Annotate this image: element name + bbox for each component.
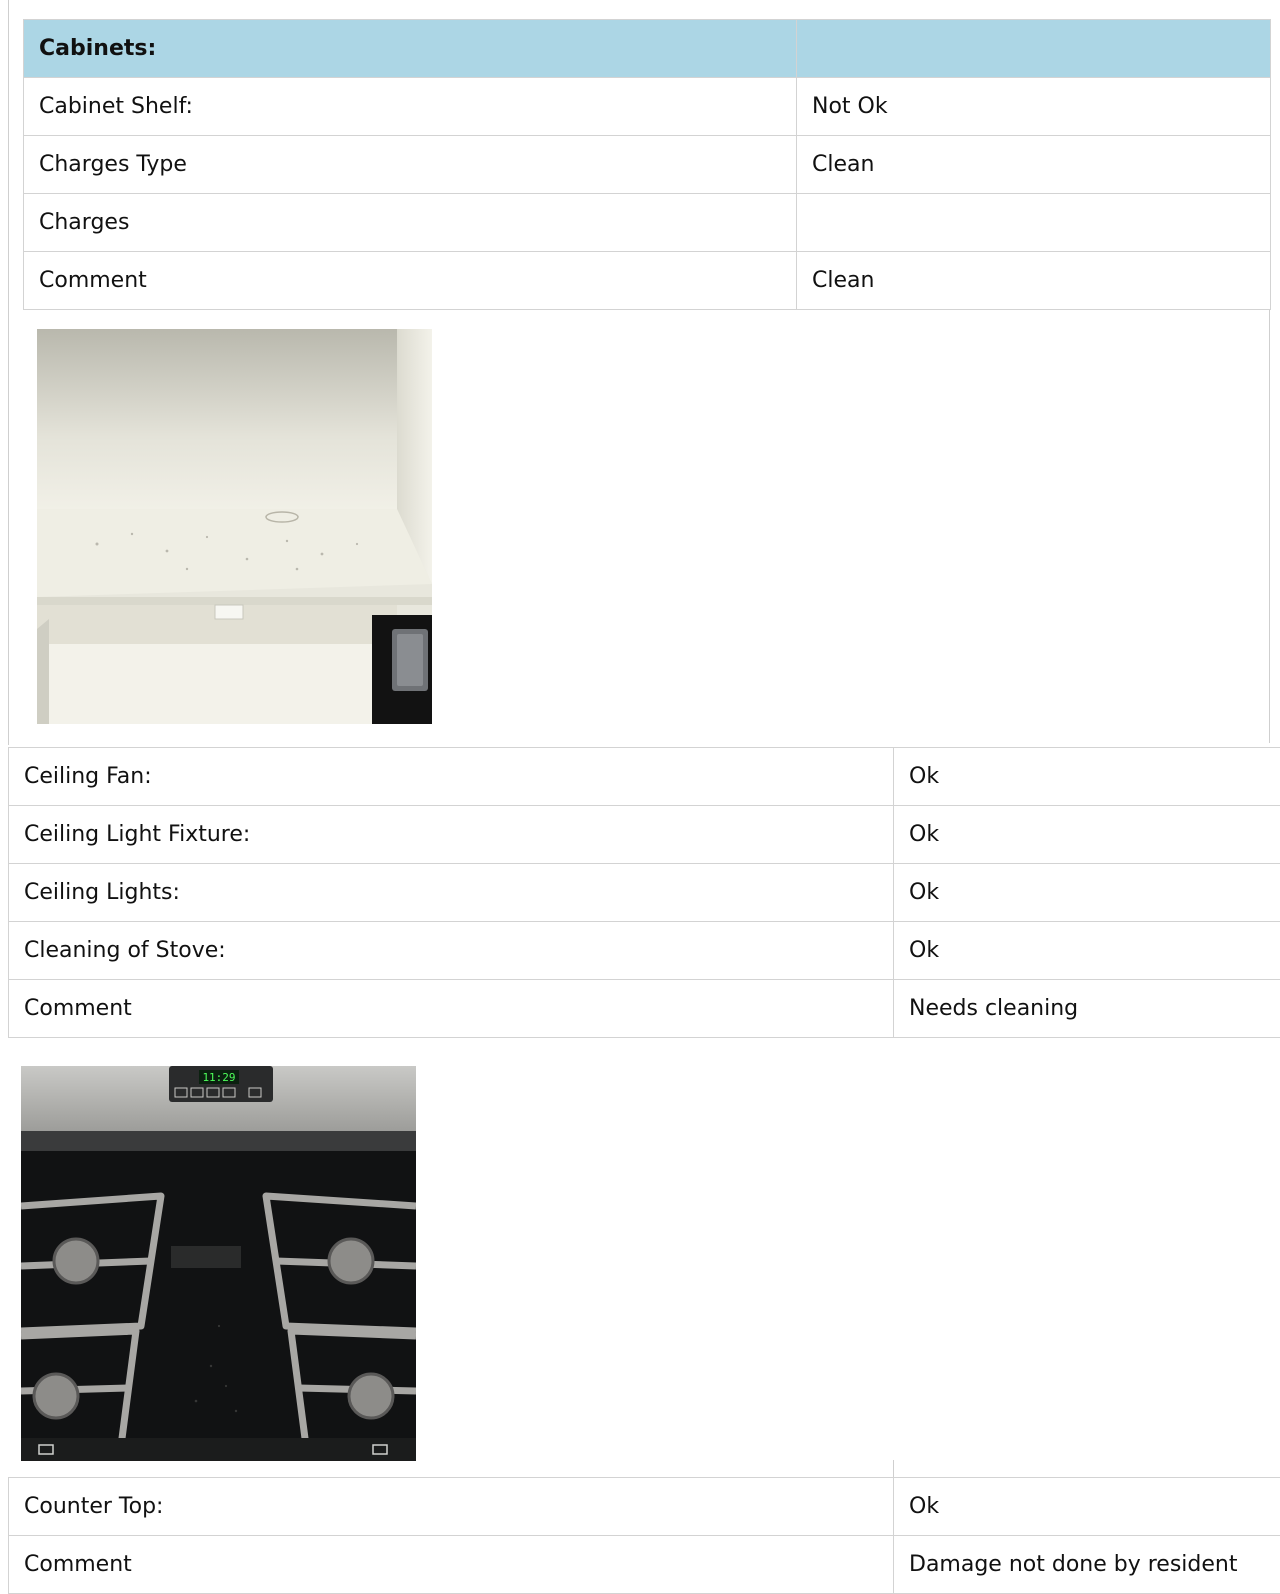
row-value: Not Ok [797, 78, 1271, 136]
table-row: Comment Needs cleaning [9, 980, 1280, 1038]
row-value: Needs cleaning [894, 980, 1280, 1038]
table-row: Cleaning of Stove: Ok [9, 922, 1280, 980]
row-value: Ok [894, 864, 1280, 922]
row-label: Comment [24, 252, 797, 310]
counter-top-divider [893, 1460, 894, 1477]
stove-timer-display: 11:29 [202, 1071, 235, 1084]
row-label: Cleaning of Stove: [9, 922, 894, 980]
table-row: Comment Clean [24, 252, 1271, 310]
row-label: Ceiling Lights: [9, 864, 894, 922]
row-label: Ceiling Fan: [9, 748, 894, 806]
inner-right-border [1269, 310, 1270, 743]
row-label: Charges Type [24, 136, 797, 194]
counter-table: Counter Top: Ok Comment Damage not done … [8, 1477, 1280, 1594]
table-row: Ceiling Lights: Ok [9, 864, 1280, 922]
row-label: Ceiling Light Fixture: [9, 806, 894, 864]
row-value: Clean [797, 136, 1271, 194]
row-value [797, 194, 1271, 252]
ceiling-table: Ceiling Fan: Ok Ceiling Light Fixture: O… [8, 747, 1280, 1038]
section-title: Cabinets: [24, 20, 797, 78]
row-label: Counter Top: [9, 1478, 894, 1536]
row-value: Ok [894, 806, 1280, 864]
row-value: Ok [894, 1478, 1280, 1536]
table-row: Ceiling Fan: Ok [9, 748, 1280, 806]
stove-photo[interactable]: 11:29 [21, 1066, 416, 1461]
cabinet-shelf-photo[interactable] [37, 329, 432, 724]
table-row: Comment Damage not done by resident [9, 1536, 1280, 1594]
row-label: Cabinet Shelf: [24, 78, 797, 136]
outer-left-border [8, 0, 9, 745]
table-row: Charges Type Clean [24, 136, 1271, 194]
row-label: Comment [9, 980, 894, 1038]
row-label: Charges [24, 194, 797, 252]
table-row: Cabinet Shelf: Not Ok [24, 78, 1271, 136]
row-value: Ok [894, 922, 1280, 980]
cabinets-header-row: Cabinets: [24, 20, 1271, 78]
table-row: Counter Top: Ok [9, 1478, 1280, 1536]
table-row: Ceiling Light Fixture: Ok [9, 806, 1280, 864]
cabinets-table: Cabinets: Cabinet Shelf: Not Ok Charges … [23, 19, 1271, 310]
table-row: Charges [24, 194, 1271, 252]
row-value: Ok [894, 748, 1280, 806]
row-value: Clean [797, 252, 1271, 310]
row-value: Damage not done by resident [894, 1536, 1280, 1594]
row-label: Comment [9, 1536, 894, 1594]
section-title-empty-cell [797, 20, 1271, 78]
